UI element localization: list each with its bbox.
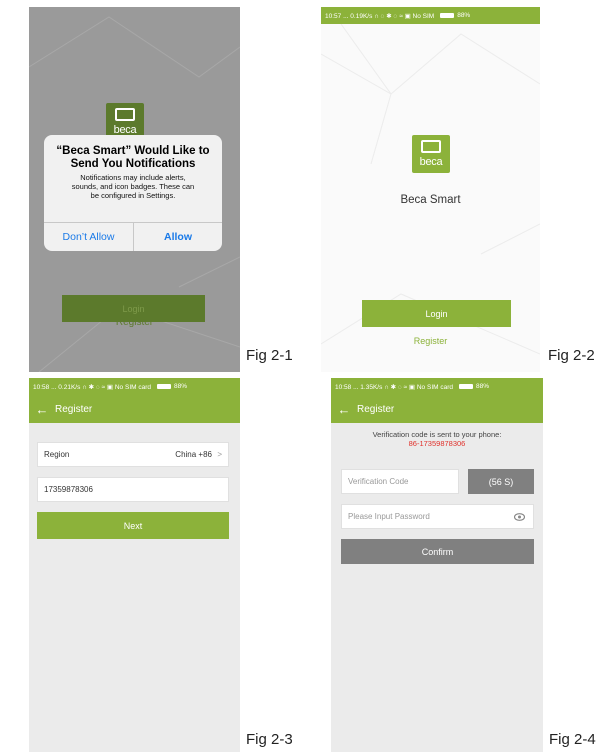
battery-icon bbox=[156, 384, 171, 389]
figure-2-4: 10:58 ... 1.35K/s ∩ ✱ ◌ ≈ ▣ No SIM card … bbox=[331, 378, 543, 752]
battery-level: 88% bbox=[173, 383, 187, 390]
battery-icon bbox=[458, 384, 473, 389]
figure-label-2-1: Fig 2-1 bbox=[246, 347, 293, 364]
password-placeholder: Please Input Password bbox=[348, 512, 430, 521]
dialog-body-line2: sounds, and icon badges. These can bbox=[71, 182, 195, 191]
notification-dialog: “Beca Smart” Would Like to Send You Noti… bbox=[44, 135, 222, 251]
next-button[interactable]: Next bbox=[37, 512, 229, 539]
verification-sent-text: Verification code is sent to your phone: bbox=[372, 430, 502, 439]
figure-label-2-4: Fig 2-4 bbox=[549, 731, 596, 748]
region-value: China +86 bbox=[175, 450, 212, 459]
phone-input[interactable]: 17359878306 bbox=[37, 477, 229, 502]
resend-countdown-button[interactable]: (56 S) bbox=[468, 469, 534, 494]
region-label: Region bbox=[44, 450, 70, 459]
status-bar: 10:57 ... 0.19K/s ∩ ◌ ✱ ◌ ≈ ▣ No SIM 88% bbox=[321, 7, 540, 24]
dialog-body-line1: Notifications may include alerts, bbox=[80, 173, 186, 182]
login-button[interactable]: Login bbox=[362, 300, 511, 327]
dialog-title-line2: Send You Notifications bbox=[70, 158, 196, 170]
status-bar: 10:58 ... 1.35K/s ∩ ✱ ◌ ≈ ▣ No SIM card … bbox=[331, 378, 543, 395]
allow-button[interactable]: Allow bbox=[134, 223, 222, 251]
dont-allow-button[interactable]: Don’t Allow bbox=[44, 223, 133, 251]
status-text: 10:57 ... 0.19K/s ∩ ◌ ✱ ◌ ≈ ▣ No SIM bbox=[325, 12, 435, 20]
status-text: 10:58 ... 0.21K/s ∩ ✱ ◌ ≈ ▣ No SIM card bbox=[33, 383, 151, 391]
app-bar: ← Register bbox=[331, 395, 543, 423]
status-text: 10:58 ... 1.35K/s ∩ ✱ ◌ ≈ ▣ No SIM card bbox=[335, 383, 453, 391]
battery-icon bbox=[440, 13, 455, 18]
status-bar: 10:58 ... 0.21K/s ∩ ✱ ◌ ≈ ▣ No SIM card … bbox=[29, 378, 240, 395]
page-title: Register bbox=[357, 403, 395, 415]
back-arrow-icon[interactable]: ← bbox=[29, 402, 55, 417]
app-logo: beca bbox=[412, 135, 450, 173]
page-title: Register bbox=[55, 403, 93, 415]
chevron-right-icon: > bbox=[217, 450, 222, 459]
password-input[interactable]: Please Input Password bbox=[341, 504, 534, 529]
app-bar: ← Register bbox=[29, 395, 240, 423]
figure-label-2-3: Fig 2-3 bbox=[246, 731, 293, 748]
figure-2-1: beca “Beca Smart” Would Like to Send You… bbox=[29, 7, 240, 372]
region-selector[interactable]: Region China +86 > bbox=[37, 442, 229, 467]
dialog-body-line3: be configured in Settings. bbox=[90, 191, 176, 200]
battery-level: 88% bbox=[457, 12, 471, 19]
verification-phone: 86-17359878306 bbox=[408, 439, 466, 448]
figure-2-3: 10:58 ... 0.21K/s ∩ ✱ ◌ ≈ ▣ No SIM card … bbox=[29, 378, 240, 752]
figure-label-2-2: Fig 2-2 bbox=[548, 347, 595, 364]
logo-glyph-icon bbox=[115, 108, 135, 121]
register-link[interactable]: Register bbox=[29, 311, 240, 333]
eye-icon[interactable] bbox=[514, 512, 525, 521]
register-link[interactable]: Register bbox=[321, 336, 540, 346]
battery-level: 88% bbox=[475, 383, 489, 390]
verification-code-input[interactable]: Verification Code bbox=[341, 469, 459, 494]
logo-glyph-icon bbox=[421, 140, 441, 153]
figure-2-2: 10:57 ... 0.19K/s ∩ ◌ ✱ ◌ ≈ ▣ No SIM 88%… bbox=[321, 7, 540, 372]
back-arrow-icon[interactable]: ← bbox=[331, 402, 357, 417]
logo-text: beca bbox=[419, 156, 443, 168]
app-name: Beca Smart bbox=[400, 194, 461, 206]
confirm-button[interactable]: Confirm bbox=[341, 539, 534, 564]
dialog-title-line1: “Beca Smart” Would Like to bbox=[56, 145, 210, 157]
